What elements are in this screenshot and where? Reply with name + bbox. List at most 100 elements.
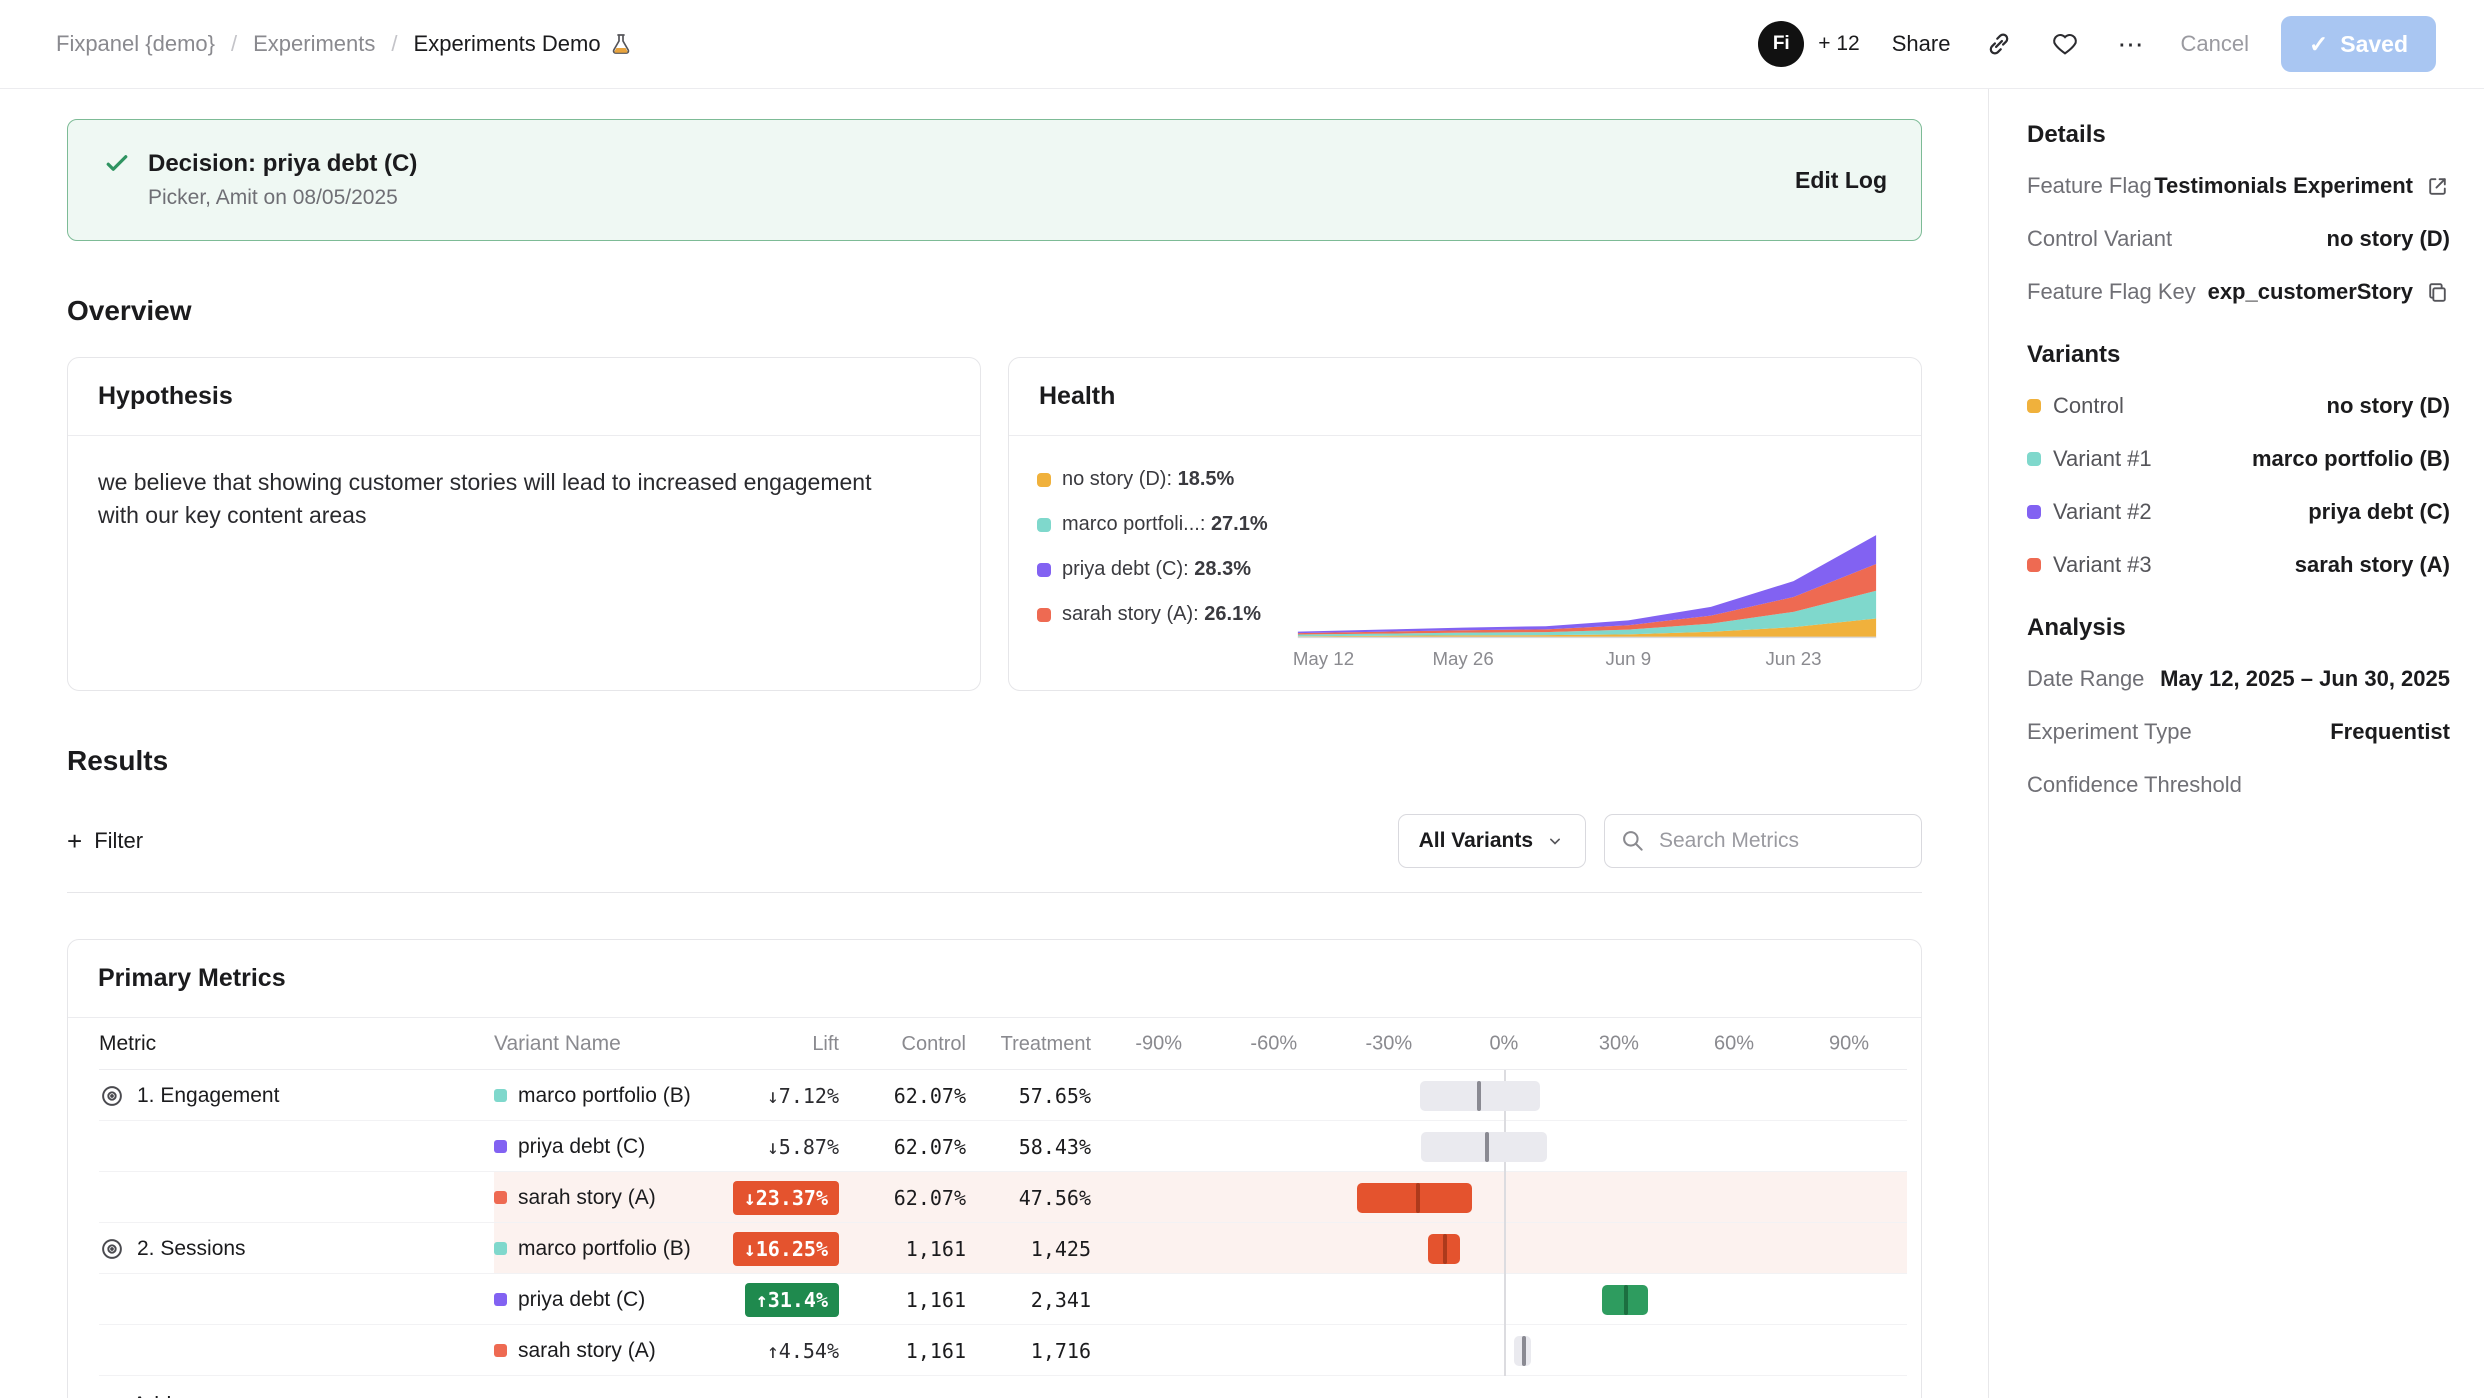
legend-item: priya debt (C): 28.3% [1037, 558, 1282, 581]
edit-log-button[interactable]: Edit Log [1795, 167, 1887, 194]
lift-value: ↑31.4% [745, 1283, 839, 1317]
legend-swatch [1037, 518, 1051, 532]
search-icon [1620, 828, 1646, 854]
search-input[interactable] [1604, 814, 1922, 868]
ci-chart-cell [1091, 1070, 1907, 1121]
control-cell: 1,161 [839, 1339, 966, 1363]
axis-tick: -30% [1365, 1033, 1412, 1056]
table-row[interactable]: 2. Sessionsmarco portfolio (B)↓16.25%1,1… [99, 1223, 1907, 1274]
variant-cell: priya debt (C) [494, 1288, 709, 1312]
breadcrumb-item-0[interactable]: Fixpanel {demo} [56, 31, 215, 57]
hypothesis-title: Hypothesis [68, 358, 980, 436]
lift-value: ↑4.54% [767, 1339, 839, 1363]
variant-swatch [2027, 558, 2041, 572]
variant-label: sarah story (A) [518, 1339, 656, 1363]
avatar[interactable]: Fi [1758, 21, 1804, 67]
breadcrumb-separator: / [391, 31, 397, 57]
table-row[interactable]: priya debt (C)↓5.87%62.07%58.43% [99, 1121, 1907, 1172]
saved-button[interactable]: ✓ Saved [2281, 16, 2436, 72]
legend-swatch [1037, 473, 1051, 487]
ci-bar [1421, 1132, 1547, 1162]
lift-value: ↓16.25% [733, 1232, 839, 1266]
share-button[interactable]: Share [1892, 31, 1951, 57]
analysis-value: Frequentist [2330, 719, 2450, 745]
overview-cards: Hypothesis we believe that showing custo… [67, 357, 1922, 691]
variant-swatch [2027, 505, 2041, 519]
lift-cell: ↓16.25% [709, 1232, 839, 1266]
variant-swatch [494, 1191, 507, 1204]
column-lift: Lift [709, 1033, 839, 1056]
ci-chart-cell [1091, 1172, 1907, 1223]
more-menu-icon[interactable]: ⋯ [2114, 27, 2148, 61]
filter-button[interactable]: + Filter [67, 828, 143, 854]
variant-cell: sarah story (A) [494, 1186, 709, 1210]
detail-row: Feature Flag Keyexp_customerStory [2027, 279, 2450, 305]
table-row[interactable]: sarah story (A)↑4.54%1,1611,716 [99, 1325, 1907, 1376]
breadcrumb-item-1[interactable]: Experiments [253, 31, 375, 57]
copy-icon[interactable] [2425, 280, 2450, 305]
treatment-cell: 2,341 [966, 1288, 1091, 1312]
analysis-label: Experiment Type [2027, 719, 2192, 745]
table-row[interactable]: sarah story (A)↓23.37%62.07%47.56% [99, 1172, 1907, 1223]
health-card: Health no story (D): 18.5%marco portfoli… [1008, 357, 1922, 691]
topbar-actions: Fi + 12 Share ⋯ Cancel ✓ Saved [1758, 16, 2436, 72]
variant-name: Variant #3 [2053, 552, 2152, 578]
details-sidebar: Details Feature FlagTestimonials Experim… [1988, 89, 2484, 1398]
health-legend: no story (D): 18.5%marco portfoli...: 27… [1037, 460, 1282, 676]
axis-tick: -90% [1135, 1033, 1182, 1056]
table-row[interactable]: 1. Engagement marco portfolio (B) ↓7.12%62… [99, 1070, 1907, 1121]
breadcrumb-separator: / [231, 31, 237, 57]
table-row[interactable]: priya debt (C)↑31.4%1,1612,341 [99, 1274, 1907, 1325]
app: Fixpanel {demo} / Experiments / Experiments … [0, 0, 2484, 1398]
detail-value-wrap: Testimonials Experiment [2154, 173, 2450, 199]
ci-mean [1624, 1285, 1628, 1315]
favorite-heart-icon[interactable] [2048, 27, 2082, 61]
variant-swatch [494, 1242, 507, 1255]
decision-title: Decision: priya debt (C) [148, 150, 417, 178]
variant-row: Controlno story (D) [2027, 393, 2450, 419]
column-treatment: Treatment [966, 1033, 1091, 1056]
treatment-cell: 1,425 [966, 1237, 1091, 1261]
ci-chart-cell [1091, 1121, 1907, 1172]
add-metric-button[interactable]: + Add [99, 1376, 171, 1398]
metric-cell: 1. Engagement [99, 1083, 494, 1109]
hypothesis-card: Hypothesis we believe that showing custo… [67, 357, 981, 691]
variant-swatch [2027, 452, 2041, 466]
detail-value: exp_customerStory [2208, 279, 2413, 305]
details-heading: Details [2027, 121, 2450, 149]
variant-row: Variant #2priya debt (C) [2027, 499, 2450, 525]
axis-tick: 60% [1714, 1033, 1754, 1056]
decision-subtitle: Picker, Amit on 08/05/2025 [148, 186, 417, 210]
metrics-table: Metric Variant Name Lift Control Treatme… [68, 1018, 1921, 1398]
detail-row: Control Variantno story (D) [2027, 226, 2450, 252]
ci-mean [1522, 1336, 1526, 1366]
variant-cell: marco portfolio (B) [494, 1084, 709, 1108]
variants-dropdown[interactable]: All Variants [1398, 814, 1586, 868]
control-cell: 62.07% [839, 1186, 966, 1210]
variant-cell: sarah story (A) [494, 1339, 709, 1363]
control-cell: 62.07% [839, 1084, 966, 1108]
metrics-table-body: 1. Engagementmarco portfolio (B)↓7.12%62… [99, 1070, 1907, 1376]
cancel-button[interactable]: Cancel [2180, 31, 2248, 57]
detail-value-wrap: no story (D) [2327, 226, 2450, 252]
avatar-label: Fi [1773, 33, 1790, 55]
detail-value: Testimonials Experiment [2154, 173, 2413, 199]
variant-label: marco portfolio (B) [518, 1084, 691, 1108]
legend-swatch [1037, 563, 1051, 577]
hypothesis-body: we believe that showing customer stories… [68, 436, 948, 563]
external-link-icon[interactable] [2425, 174, 2450, 199]
collaborator-count[interactable]: + 12 [1818, 32, 1859, 56]
detail-value-wrap: exp_customerStory [2208, 279, 2450, 305]
lift-value: ↓7.12% [767, 1084, 839, 1108]
metric-bullseye-icon [99, 1236, 125, 1262]
variant-label: marco portfolio (B) [518, 1237, 691, 1261]
chevron-down-icon [1545, 831, 1565, 851]
column-variant: Variant Name [494, 1032, 709, 1056]
variant-swatch [494, 1140, 507, 1153]
variant-name: Control [2053, 393, 2124, 419]
copy-link-icon[interactable] [1982, 27, 2016, 61]
breadcrumb-item-2[interactable]: Experiments Demo [414, 31, 633, 57]
variant-value: sarah story (A) [2295, 552, 2450, 578]
variant-left: Control [2027, 393, 2124, 419]
table-header: Metric Variant Name Lift Control Treatme… [99, 1018, 1907, 1070]
